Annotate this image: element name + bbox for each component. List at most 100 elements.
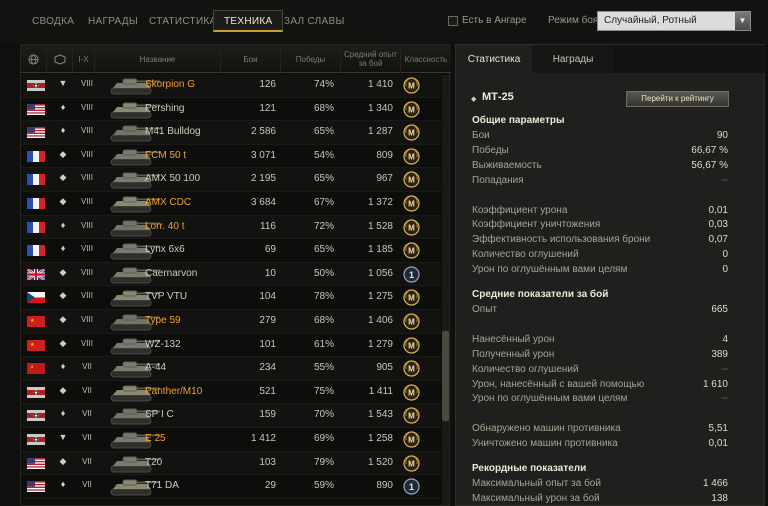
average-xp: 905 <box>376 362 393 374</box>
svg-text:M: M <box>408 223 415 232</box>
vehicle-tier: VIII <box>80 126 93 136</box>
top-navigation: СВОДКА НАГРАДЫ СТАТИСТИКА ТЕХНИКА ЗАЛ СЛ… <box>0 0 768 44</box>
table-row[interactable]: ♦ VIII Lorr. 40 t 116 72% 1 528 M <box>21 215 441 240</box>
avg-xp-column-header[interactable]: Средний опыт за бой <box>341 45 401 73</box>
nation-column-header[interactable] <box>21 45 47 73</box>
globe-icon <box>28 53 39 65</box>
tab-panel-awards[interactable]: Награды <box>532 45 614 73</box>
table-row[interactable]: ◆ VIII Caernarvon 10 50% 1 056 1 <box>21 262 441 287</box>
table-row[interactable]: ▼ VII E 25 1 412 69% 1 258 M <box>21 428 441 452</box>
vehicle-type-icon: ◆ <box>59 266 67 277</box>
vehicle-name: TVP VTU <box>145 291 188 303</box>
svg-text:M: M <box>408 294 415 303</box>
win-rate: 72% <box>313 220 334 232</box>
vehicle-name: A-44 <box>145 362 167 374</box>
mastery-badge-icon: M <box>403 336 420 354</box>
vehicle-type-icon: ◆ <box>59 337 67 348</box>
win-rate: 69% <box>313 432 334 444</box>
stat-label: Коэффициент уничтожения <box>472 219 601 231</box>
vehicle-tier: VII <box>82 456 92 466</box>
nation-flag-icon <box>27 197 45 209</box>
wins-column-header[interactable]: Победы <box>281 45 341 73</box>
tab-vehicles[interactable]: ТЕХНИКА <box>213 10 284 32</box>
battles-count: 3 684 <box>250 196 276 208</box>
vehicle-type-icon: ♦ <box>60 408 66 419</box>
table-row[interactable]: ♦ VII SP I C 159 70% 1 543 M <box>21 404 441 428</box>
table-row[interactable]: ◆ VII Panther/M10 521 75% 1 411 M <box>21 381 441 405</box>
name-column-header[interactable]: Название <box>95 45 221 73</box>
nation-flag-icon: ☭ <box>27 363 45 375</box>
vehicle-type-icon: ◆ <box>59 148 67 159</box>
table-row[interactable]: ★ ◆ VIII Type 59 279 68% 1 406 M <box>21 309 441 334</box>
battles-column-header[interactable]: Бои <box>221 45 281 73</box>
battle-mode-dropdown[interactable]: Случайный, Ротный ▼ <box>597 11 751 31</box>
table-row[interactable]: ♦ VIII Lynx 6x6 69 65% 1 185 M <box>21 239 441 263</box>
win-rate: 65% <box>313 244 334 256</box>
stat-value: 0,01 <box>708 204 728 216</box>
vehicle-tier: VIII <box>80 314 93 324</box>
svg-text:☭: ☭ <box>30 365 34 371</box>
section-title: Общие параметры <box>472 115 565 126</box>
table-row[interactable]: ♦ VIII Pershing 121 68% 1 340 M <box>21 98 441 122</box>
vehicle-name: SP I C <box>145 409 174 421</box>
table-row[interactable]: ♦ VIII M41 Bulldog 2 586 65% 1 287 M <box>21 121 441 145</box>
table-row[interactable]: ♦ VII T71 DA 29 59% 890 1 <box>21 475 441 499</box>
mastery-badge-icon: M <box>403 171 420 188</box>
mastery-badge-icon: M <box>403 384 420 401</box>
tab-summary[interactable]: СВОДКА <box>32 11 74 33</box>
stat-label: Урон, нанесённый с вашей помощью <box>472 378 645 390</box>
table-row[interactable]: ◆ VIII TVP VTU 104 78% 1 275 M <box>21 286 441 310</box>
in-hangar-checkbox[interactable] <box>448 16 458 26</box>
svg-text:M: M <box>408 412 415 421</box>
scrollbar-track[interactable] <box>442 75 449 505</box>
win-rate: 59% <box>313 480 334 492</box>
vehicle-tier: VIII <box>80 102 93 112</box>
mastery-column-header[interactable]: Классность <box>401 45 451 73</box>
mastery-badge-icon: M <box>403 77 420 94</box>
type-column-header[interactable] <box>47 45 73 73</box>
tab-panel-statistics[interactable]: Статистика <box>456 45 532 73</box>
chevron-down-icon[interactable]: ▼ <box>735 12 750 30</box>
tier-column-header[interactable]: I-X <box>73 45 95 73</box>
vehicle-type-icon: ◆ <box>59 455 67 466</box>
stat-label: Максимальный урон за бой <box>472 492 600 504</box>
tab-awards[interactable]: НАГРАДЫ <box>88 11 138 33</box>
nation-flag-icon <box>27 433 45 445</box>
scrollbar-thumb[interactable] <box>442 331 449 421</box>
vehicle-type-icon: ▼ <box>58 431 68 442</box>
vehicle-type-icon: ♦ <box>60 243 66 254</box>
win-rate: 75% <box>313 385 334 397</box>
stat-label: Обнаружено машин противника <box>472 423 621 435</box>
vehicle-name: WZ-132 <box>145 338 181 350</box>
average-xp: 1 528 <box>367 220 393 232</box>
nation-flag-icon: ★ <box>27 315 45 327</box>
vehicle-tier: VII <box>82 480 92 490</box>
nation-flag-icon <box>27 386 45 398</box>
stat-label: Уничтожено машин противника <box>472 438 618 450</box>
tab-hall-of-fame[interactable]: ЗАЛ СЛАВЫ <box>284 11 345 33</box>
table-row[interactable]: ☭ ♦ VII A-44 234 55% 905 M <box>21 357 441 381</box>
tab-statistics[interactable]: СТАТИСТИКА <box>149 11 217 33</box>
table-row[interactable]: ◆ VIII AMX CDC 3 684 67% 1 372 M <box>21 192 441 216</box>
stat-value: 1 466 <box>702 478 728 489</box>
nation-flag-icon <box>27 150 45 162</box>
table-row[interactable]: ◆ VII T20 103 79% 1 520 M <box>21 451 441 476</box>
vehicle-type-icon: ◆ <box>59 290 67 301</box>
vehicle-list: ▼ VIII Skorpion G 126 74% 1 410 M ♦ VIII… <box>21 74 441 499</box>
table-row[interactable]: ★ ◆ VIII WZ-132 101 61% 1 279 M <box>21 334 441 358</box>
mastery-badge-icon: M <box>403 360 420 377</box>
nation-flag-icon: ★ <box>27 339 45 351</box>
average-xp: 1 056 <box>367 267 393 279</box>
battles-count: 2 195 <box>250 173 276 185</box>
go-to-rating-button[interactable]: Перейти к рейтингу <box>626 91 729 107</box>
panel-tabs: Статистика Награды <box>456 45 766 73</box>
table-row[interactable]: ▼ VIII Skorpion G 126 74% 1 410 M <box>21 74 441 98</box>
average-xp: 1 406 <box>367 314 393 326</box>
stat-value: 389 <box>711 348 728 360</box>
table-row[interactable]: ◆ VIII FCM 50 t 3 071 54% 809 M <box>21 145 441 169</box>
stat-value: 90 <box>716 130 728 141</box>
battles-count: 234 <box>259 362 276 374</box>
battles-count: 101 <box>259 338 276 350</box>
stat-label: Эффективность использования брони <box>472 234 651 246</box>
table-row[interactable]: ◆ VIII AMX 50 100 2 195 65% 967 M <box>21 168 441 192</box>
